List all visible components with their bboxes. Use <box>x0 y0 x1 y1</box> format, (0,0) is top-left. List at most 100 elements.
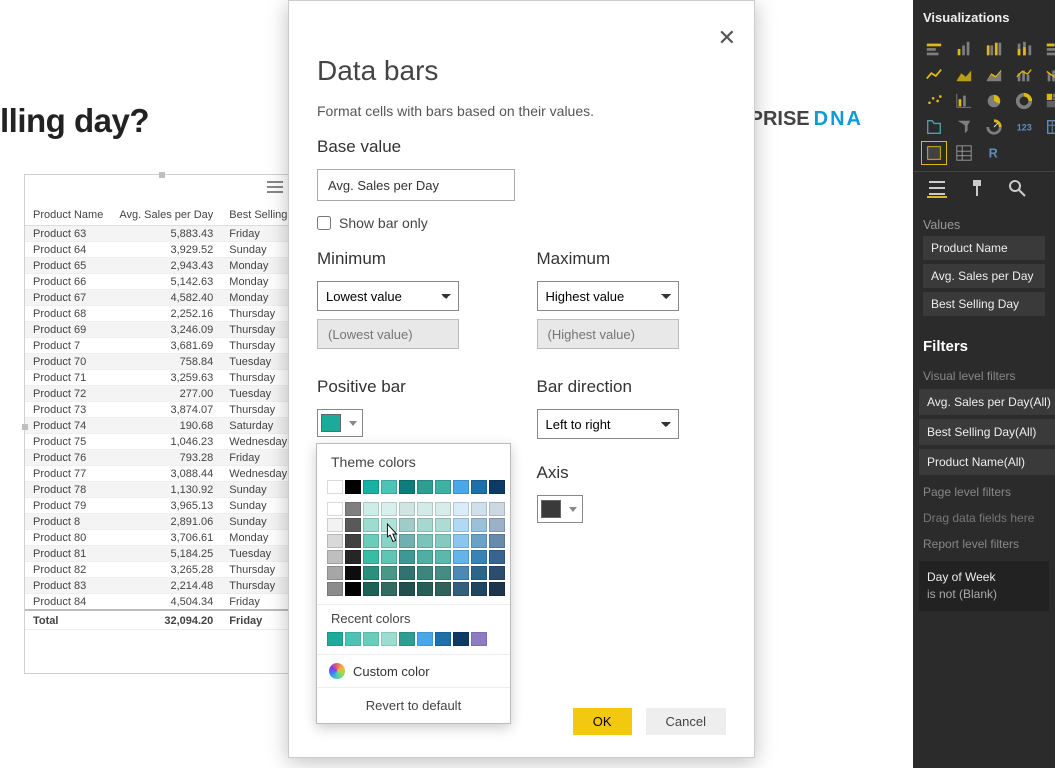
filter-item[interactable]: Day of Week is not (Blank) <box>919 561 1049 611</box>
table-row[interactable]: Product 751,046.23Wednesday <box>25 434 295 450</box>
color-swatch[interactable] <box>435 566 451 580</box>
color-swatch[interactable] <box>327 534 343 548</box>
filter-item[interactable]: Avg. Sales per Day(All) <box>919 389 1055 415</box>
color-swatch[interactable] <box>471 502 487 516</box>
color-swatch[interactable] <box>345 582 361 596</box>
viz-waterfall-icon[interactable] <box>953 91 975 111</box>
color-swatch[interactable] <box>345 534 361 548</box>
viz-table-icon[interactable] <box>923 143 945 163</box>
color-swatch[interactable] <box>363 480 379 494</box>
color-swatch[interactable] <box>435 480 451 494</box>
color-swatch[interactable] <box>453 518 469 532</box>
viz-r-visual-icon[interactable]: R <box>983 143 1005 163</box>
table-row[interactable]: Product 823,265.28Thursday <box>25 562 295 578</box>
color-swatch[interactable] <box>489 518 505 532</box>
revert-to-default-button[interactable]: Revert to default <box>317 687 510 723</box>
table-row[interactable]: Product 652,943.43Monday <box>25 258 295 274</box>
color-swatch[interactable] <box>345 480 361 494</box>
drag-hint[interactable]: Drag data fields here <box>913 505 1055 531</box>
viz-stacked-area-icon[interactable] <box>983 65 1005 85</box>
color-swatch[interactable] <box>363 582 379 596</box>
viz-stacked-column-icon[interactable] <box>1013 39 1035 59</box>
viz-card-icon[interactable]: 123 <box>1013 117 1035 137</box>
color-swatch[interactable] <box>417 550 433 564</box>
color-swatch[interactable] <box>381 502 397 516</box>
color-swatch[interactable] <box>363 534 379 548</box>
viz-scatter-icon[interactable] <box>923 91 945 111</box>
bar-direction-select[interactable]: Left to right <box>537 409 679 439</box>
close-icon[interactable]: ✕ <box>718 25 736 51</box>
color-swatch[interactable] <box>381 566 397 580</box>
color-swatch[interactable] <box>381 550 397 564</box>
table-row[interactable]: Product 781,130.92Sunday <box>25 482 295 498</box>
table-row[interactable]: Product 682,252.16Thursday <box>25 306 295 322</box>
color-swatch[interactable] <box>345 566 361 580</box>
color-swatch[interactable] <box>381 518 397 532</box>
color-swatch[interactable] <box>327 502 343 516</box>
color-swatch[interactable] <box>327 582 343 596</box>
color-swatch[interactable] <box>399 480 415 494</box>
show-bar-only-checkbox[interactable] <box>317 216 331 230</box>
viz-gauge-icon[interactable] <box>983 117 1005 137</box>
color-swatch[interactable] <box>471 550 487 564</box>
color-swatch[interactable] <box>435 534 451 548</box>
viz-clustered-column-icon[interactable] <box>983 39 1005 59</box>
color-swatch[interactable] <box>363 632 379 646</box>
table-row[interactable]: Product 70758.84Tuesday <box>25 354 295 370</box>
color-swatch[interactable] <box>471 534 487 548</box>
table-row[interactable]: Product 773,088.44Wednesday <box>25 466 295 482</box>
color-swatch[interactable] <box>345 632 361 646</box>
axis-color[interactable] <box>537 495 583 523</box>
col-header[interactable]: Best Selling <box>221 205 295 226</box>
table-row[interactable]: Product 713,259.63Thursday <box>25 370 295 386</box>
color-swatch[interactable] <box>327 550 343 564</box>
color-swatch[interactable] <box>363 518 379 532</box>
viz-line-icon[interactable] <box>923 65 945 85</box>
color-swatch[interactable] <box>453 480 469 494</box>
color-swatch[interactable] <box>381 582 397 596</box>
color-swatch[interactable] <box>363 550 379 564</box>
color-swatch[interactable] <box>471 566 487 580</box>
viz-column-icon[interactable] <box>953 39 975 59</box>
color-swatch[interactable] <box>381 632 397 646</box>
table-row[interactable]: Product 74190.68Saturday <box>25 418 295 434</box>
color-swatch[interactable] <box>489 502 505 516</box>
table-row[interactable]: Product 635,883.43Friday <box>25 226 295 242</box>
color-swatch[interactable] <box>435 582 451 596</box>
field-well-item[interactable]: Best Selling Day <box>923 292 1045 316</box>
color-swatch[interactable] <box>399 582 415 596</box>
table-row[interactable]: Product 674,582.40Monday <box>25 290 295 306</box>
color-swatch[interactable] <box>345 502 361 516</box>
color-swatch[interactable] <box>435 518 451 532</box>
table-row[interactable]: Product 693,246.09Thursday <box>25 322 295 338</box>
resize-handle[interactable] <box>159 172 165 178</box>
color-swatch[interactable] <box>489 582 505 596</box>
color-swatch[interactable] <box>399 534 415 548</box>
color-swatch[interactable] <box>381 480 397 494</box>
positive-bar-color[interactable] <box>317 409 363 437</box>
viz-table-2-icon[interactable] <box>953 143 975 163</box>
viz-combo-2-icon[interactable] <box>1043 65 1055 85</box>
viz-stacked-bar-icon[interactable] <box>923 39 945 59</box>
color-swatch[interactable] <box>471 582 487 596</box>
table-row[interactable]: Product 82,891.06Sunday <box>25 514 295 530</box>
table-row[interactable]: Product 72277.00Tuesday <box>25 386 295 402</box>
color-swatch[interactable] <box>489 550 505 564</box>
color-swatch[interactable] <box>417 518 433 532</box>
viz-area-icon[interactable] <box>953 65 975 85</box>
maximum-select[interactable]: Highest value <box>537 281 679 311</box>
table-row[interactable]: Product 76793.28Friday <box>25 450 295 466</box>
viz-donut-icon[interactable] <box>1013 91 1035 111</box>
table-row[interactable]: Product 643,929.52Sunday <box>25 242 295 258</box>
color-swatch[interactable] <box>453 566 469 580</box>
color-swatch[interactable] <box>489 480 505 494</box>
viz-combo-icon[interactable] <box>1013 65 1035 85</box>
color-swatch[interactable] <box>417 534 433 548</box>
color-swatch[interactable] <box>399 502 415 516</box>
color-swatch[interactable] <box>453 632 469 646</box>
viz-map-icon[interactable] <box>923 117 945 137</box>
color-swatch[interactable] <box>471 518 487 532</box>
color-swatch[interactable] <box>453 550 469 564</box>
color-swatch[interactable] <box>345 518 361 532</box>
col-header[interactable]: Avg. Sales per Day <box>111 205 221 226</box>
